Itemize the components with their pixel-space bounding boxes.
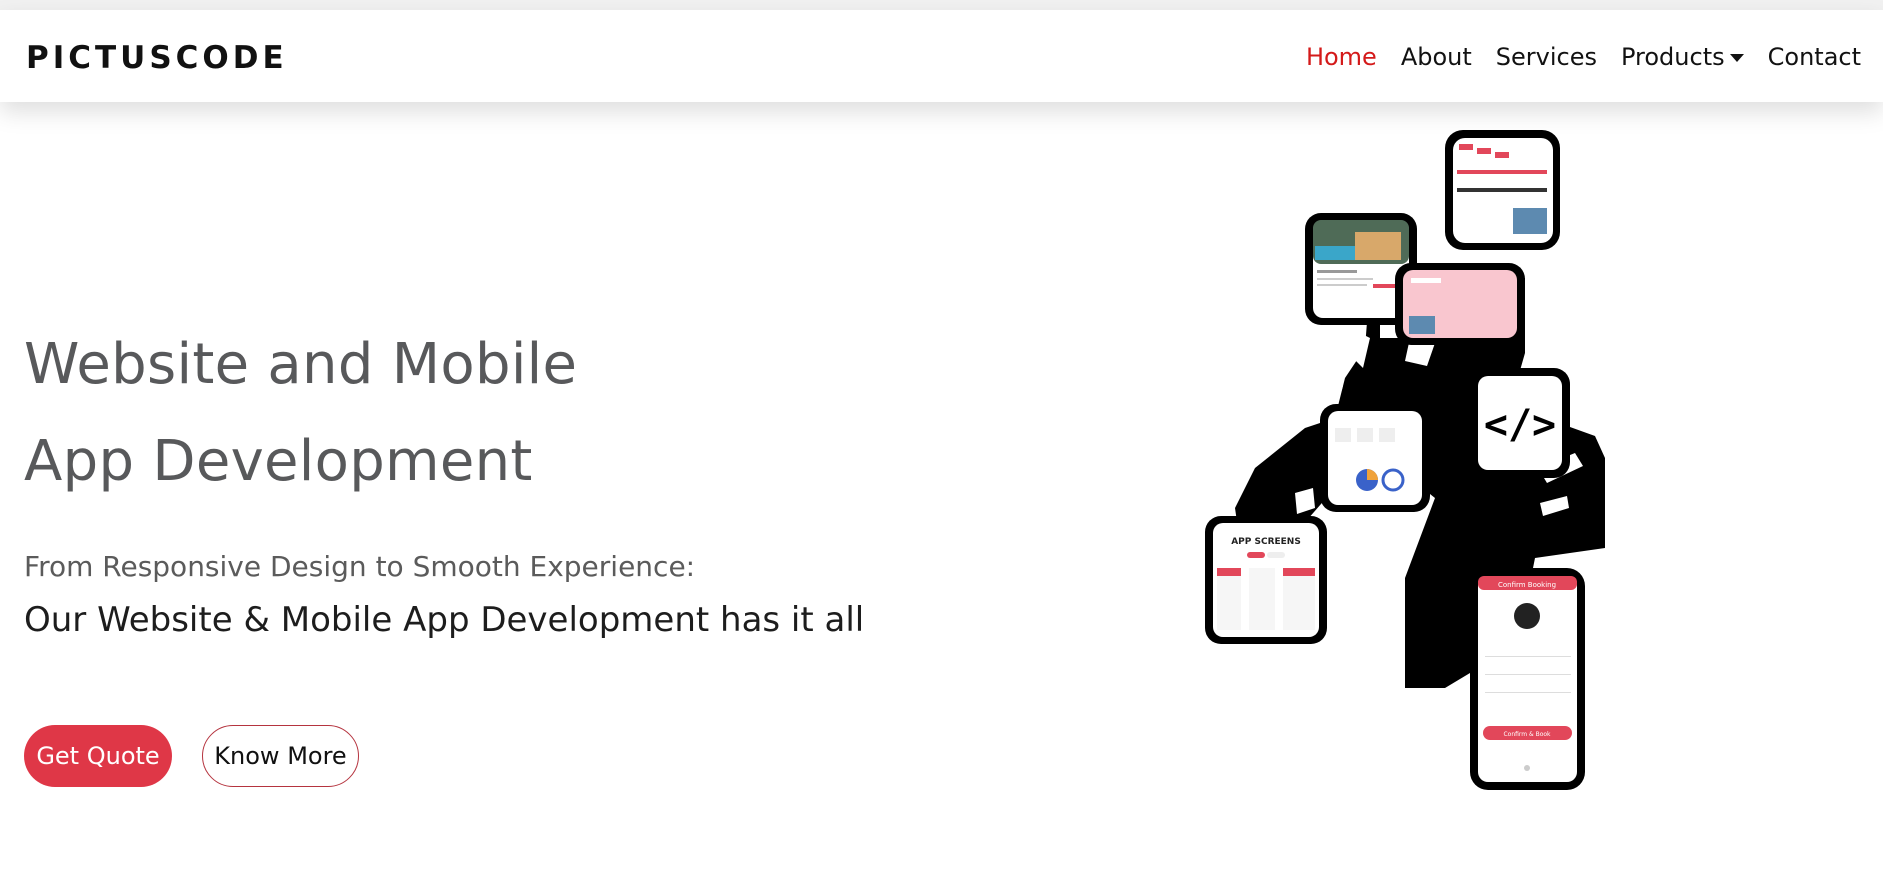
listing-pink-card-row [1411,278,1441,283]
nav-services-link[interactable]: Services [1496,40,1597,74]
villa-photo-pool [1315,246,1355,260]
hero-title: Website and Mobile App Development [24,316,804,510]
top-edge-strip [0,0,1883,10]
booking-avatar [1514,603,1540,629]
villa-text-line [1317,270,1357,273]
villa-text-line [1317,284,1367,286]
hero-subtitle: From Responsive Design to Smooth Experie… [24,550,696,583]
nav-contact-link[interactable]: Contact [1768,40,1861,74]
booking-confirm-label: Confirm & Book [1503,731,1551,738]
booking-home-dot [1524,765,1530,771]
nav-products-label: Products [1620,43,1725,71]
listing-bar [1457,170,1547,174]
nav-about-link[interactable]: About [1401,40,1472,74]
dashboard-stat [1335,428,1351,442]
listing-row [1495,152,1509,158]
listing-bar [1457,188,1547,192]
app-screens-label: APP SCREENS [1231,537,1301,547]
hero-tagline: Our Website & Mobile App Development has… [24,600,865,640]
nav-links: Home About Services Products Contact [1306,40,1861,74]
know-more-button[interactable]: Know More [202,725,359,787]
get-quote-button[interactable]: Get Quote [24,725,172,787]
villa-photo-house [1355,232,1401,260]
app-screens-header [1283,568,1315,576]
app-development-illustration: </> APP SCREENS Confirm Booking Confirm … [1205,130,1605,790]
booking-field-line [1485,692,1571,693]
dashboard-stat [1357,428,1373,442]
code-symbol-icon: </> [1484,402,1556,448]
app-screens-phone [1249,568,1275,630]
caret-down-icon [1729,54,1744,62]
listing-row [1477,148,1491,154]
hero-title-line1: Website and Mobile [24,332,578,397]
nav-products-dropdown[interactable]: Products [1621,40,1744,74]
app-screens-phone [1283,568,1315,630]
listing-row [1459,144,1473,150]
listing-photo [1513,208,1547,234]
listing-pink-card-photo [1409,316,1435,334]
villa-book-button [1373,284,1397,288]
nav-home-link[interactable]: Home [1306,40,1377,74]
booking-field-line [1485,674,1571,675]
brand-logo[interactable]: PICTUSCODE [26,40,288,76]
booking-phone-title: Confirm Booking [1498,581,1556,589]
listing-screen-group [1445,130,1560,250]
villa-text-line [1317,278,1373,280]
booking-field-line [1485,656,1571,657]
hero-title-line2: App Development [24,429,533,494]
dashboard-stat [1379,428,1395,442]
app-screens-tab [1267,552,1285,558]
navbar: PICTUSCODE Home About Services Products … [0,10,1883,102]
app-screens-header [1217,568,1241,576]
dashboard-screen [1328,411,1422,505]
app-screens-tab [1247,552,1265,558]
app-screens-phone [1217,568,1241,630]
